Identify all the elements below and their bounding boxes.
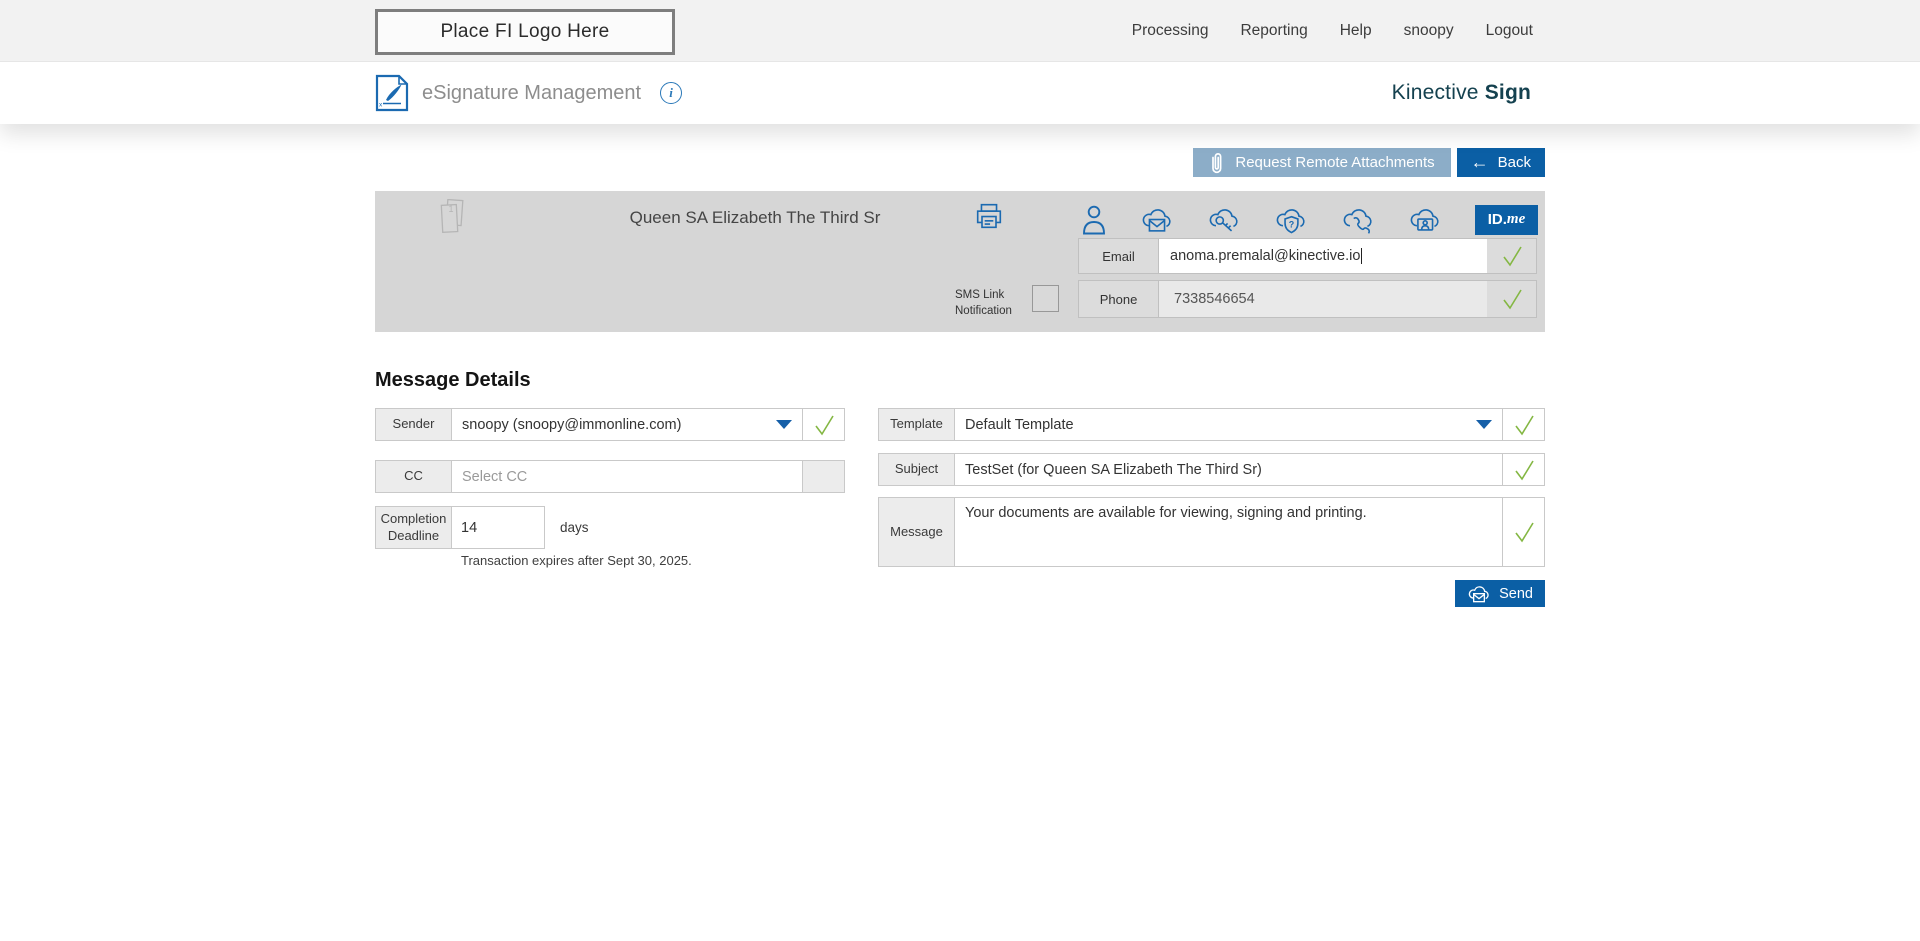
idme-badge[interactable]: ID. me <box>1475 204 1538 235</box>
cc-placeholder: Select CC <box>462 468 528 485</box>
sender-row: Sender snoopy (snoopy@immonline.com) <box>375 408 845 441</box>
top-bar: Place FI Logo Here Processing Reporting … <box>0 0 1920 62</box>
cloud-key-icon[interactable] <box>1207 205 1241 235</box>
cloud-phone-icon[interactable] <box>1341 205 1375 235</box>
esignature-document-icon: x <box>375 74 409 112</box>
expiration-note: Transaction expires after Sept 30, 2025. <box>461 553 692 568</box>
email-label: Email <box>1079 239 1159 273</box>
cloud-shield-question-icon[interactable]: ? <box>1274 205 1308 235</box>
idme-bold-text: ID. <box>1487 211 1507 228</box>
nav-logout[interactable]: Logout <box>1486 22 1533 40</box>
phone-row: Phone 7338546654 <box>1078 280 1537 318</box>
sender-value: snoopy (snoopy@immonline.com) <box>462 416 682 433</box>
text-caret <box>1361 248 1363 264</box>
template-label: Template <box>878 408 955 441</box>
subject-valid-check <box>1502 453 1545 486</box>
message-textarea[interactable]: Your documents are available for viewing… <box>954 497 1503 567</box>
brand-logo: Kinective Sign <box>1392 81 1545 105</box>
subject-input[interactable]: TestSet (for Queen SA Elizabeth The Thir… <box>954 453 1503 486</box>
phone-valid-check <box>1487 281 1536 317</box>
cc-row: CC Select CC <box>375 460 845 493</box>
completion-deadline-row: Completion Deadline 14 days <box>375 506 845 549</box>
completion-deadline-input[interactable]: 14 <box>451 506 545 549</box>
action-buttons-row: Request Remote Attachments ← Back <box>375 148 1545 177</box>
svg-text:?: ? <box>1289 219 1294 229</box>
fi-logo-placeholder: Place FI Logo Here <box>375 9 675 55</box>
delivery-method-icons: ? ID. me <box>1081 204 1538 235</box>
brand-kinective: Kinective <box>1391 81 1485 104</box>
cc-field[interactable]: Select CC <box>451 460 803 493</box>
message-value: Your documents are available for viewing… <box>965 505 1367 521</box>
message-details-heading: Message Details <box>375 369 531 391</box>
email-field[interactable]: anoma.premalal@kinective.io <box>1159 239 1487 273</box>
page-title: eSignature Management <box>422 81 642 104</box>
page-header: x eSignature Management i Kinective Sign <box>0 62 1920 124</box>
back-arrow-icon: ← <box>1470 151 1489 172</box>
chevron-down-icon <box>1476 420 1492 429</box>
paperclip-icon <box>1209 151 1224 175</box>
request-remote-attachments-button[interactable]: Request Remote Attachments <box>1193 148 1451 177</box>
template-valid-check <box>1502 408 1545 441</box>
nav-reporting[interactable]: Reporting <box>1240 22 1307 40</box>
back-button[interactable]: ← Back <box>1456 148 1545 177</box>
idme-italic-text: me <box>1506 211 1526 227</box>
template-dropdown[interactable]: Default Template <box>954 408 1503 441</box>
email-valid-check <box>1487 239 1536 273</box>
days-unit-label: days <box>560 520 589 535</box>
completion-deadline-value: 14 <box>461 519 478 536</box>
template-row: Template Default Template <box>878 408 1545 441</box>
phone-field[interactable]: 7338546654 <box>1159 281 1487 317</box>
send-button[interactable]: Send <box>1455 580 1545 607</box>
sender-valid-check <box>802 408 845 441</box>
message-details-form: Sender snoopy (snoopy@immonline.com) CC … <box>375 408 1545 607</box>
cc-label: CC <box>375 460 452 493</box>
nav-processing[interactable]: Processing <box>1132 22 1209 40</box>
request-remote-attachments-label: Request Remote Attachments <box>1235 154 1435 171</box>
send-label: Send <box>1499 585 1533 602</box>
sender-label: Sender <box>375 408 452 441</box>
subject-label: Subject <box>878 453 955 486</box>
info-icon[interactable]: i <box>660 82 683 104</box>
fi-logo-text: Place FI Logo Here <box>440 21 610 42</box>
nav-help[interactable]: Help <box>1340 22 1372 40</box>
cloud-email-icon[interactable] <box>1140 205 1174 235</box>
email-value: anoma.premalal@kinective.io <box>1170 248 1361 264</box>
person-icon[interactable] <box>1081 204 1107 235</box>
phone-label: Phone <box>1079 281 1159 317</box>
cloud-id-verification-icon[interactable] <box>1408 205 1442 235</box>
cc-check-cell <box>802 460 845 493</box>
chevron-down-icon <box>776 420 792 429</box>
subject-row: Subject TestSet (for Queen SA Elizabeth … <box>878 453 1545 486</box>
email-row: Email anoma.premalal@kinective.io <box>1078 238 1537 274</box>
subject-value: TestSet (for Queen SA Elizabeth The Thir… <box>965 461 1262 478</box>
message-valid-check <box>1502 497 1545 567</box>
template-value: Default Template <box>965 416 1074 433</box>
completion-deadline-label: Completion Deadline <box>375 506 452 549</box>
sms-link-notification-checkbox[interactable] <box>1032 285 1059 312</box>
sender-dropdown[interactable]: snoopy (snoopy@immonline.com) <box>451 408 803 441</box>
back-label: Back <box>1497 154 1531 171</box>
cloud-send-envelope-icon <box>1467 584 1491 604</box>
printer-icon[interactable] <box>975 202 1003 235</box>
top-navigation: Processing Reporting Help snoopy Logout <box>1132 0 1533 61</box>
brand-sign: Sign <box>1484 81 1531 104</box>
message-row: Message Your documents are available for… <box>878 497 1545 567</box>
message-label: Message <box>878 497 955 567</box>
nav-user-snoopy[interactable]: snoopy <box>1404 22 1454 40</box>
recipient-panel: 1 Queen SA Elizabeth The Third Sr ? ID. … <box>375 191 1545 332</box>
sms-link-notification-label: SMS Link Notification <box>955 289 1012 317</box>
phone-value: 7338546654 <box>1174 291 1255 307</box>
